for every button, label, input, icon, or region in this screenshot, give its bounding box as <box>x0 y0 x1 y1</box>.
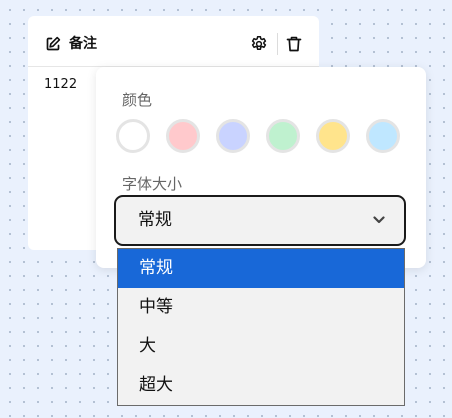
note-title: 备注 <box>69 36 97 52</box>
color-label: 颜色 <box>122 91 153 109</box>
color-swatch-blue[interactable] <box>216 119 250 153</box>
font-size-selected-value: 常规 <box>138 210 172 230</box>
trash-icon <box>286 36 302 52</box>
color-swatch-cyan[interactable] <box>366 119 400 153</box>
color-swatch-yellow[interactable] <box>316 119 350 153</box>
font-size-option[interactable]: 超大 <box>118 366 404 405</box>
note-style-popover: 颜色 字体大小 常规 <box>96 67 426 268</box>
font-size-select[interactable]: 常规 <box>114 195 406 246</box>
font-size-dropdown: 常规 中等 大 超大 <box>117 248 405 406</box>
delete-button[interactable] <box>285 35 303 53</box>
gear-icon <box>251 36 267 50</box>
note-edit-icon <box>46 36 61 51</box>
font-size-label: 字体大小 <box>122 175 183 193</box>
font-size-option[interactable]: 常规 <box>118 249 404 288</box>
note-content[interactable]: 1122 <box>44 77 77 93</box>
font-size-option[interactable]: 大 <box>118 327 404 366</box>
color-swatch-white[interactable] <box>116 119 150 153</box>
font-size-option[interactable]: 中等 <box>118 288 404 327</box>
color-swatch-red[interactable] <box>166 119 200 153</box>
settings-button[interactable] <box>250 35 268 53</box>
note-header: 备注 <box>28 16 319 67</box>
header-divider <box>277 33 278 55</box>
color-swatch-green[interactable] <box>266 119 300 153</box>
chevron-down-icon <box>373 216 385 224</box>
